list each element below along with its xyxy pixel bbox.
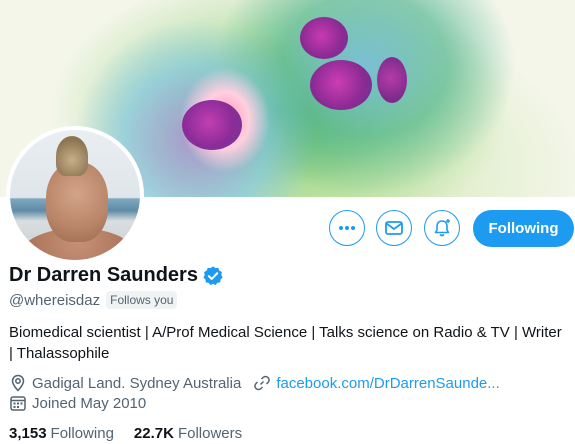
verified-badge-icon: [203, 265, 223, 285]
following-button[interactable]: Following: [473, 210, 574, 247]
profile-bio: Biomedical scientist | A/Prof Medical Sc…: [9, 324, 562, 362]
profile-joined-date: Joined May 2010: [32, 394, 147, 412]
follows-you-badge: Follows you: [106, 291, 178, 309]
link-icon: [254, 375, 271, 391]
message-button[interactable]: [376, 210, 412, 246]
location-pin-icon: [11, 374, 25, 392]
banner-cell-nucleus: [310, 60, 372, 110]
followers-label: Followers: [177, 425, 243, 442]
notification-bell-plus-icon: [434, 219, 450, 237]
followers-count: 22.7K: [133, 425, 174, 442]
following-label: Following: [50, 425, 114, 442]
following-count-link[interactable]: 3,153 Following: [9, 425, 114, 442]
profile-name: Dr Darren Saunders: [9, 264, 198, 286]
notifications-button[interactable]: [424, 210, 460, 246]
profile-stats: 3,153 Following 22.7K Followers: [9, 425, 262, 442]
profile-handle: @whereisdaz: [9, 291, 101, 309]
profile-joined-row: Joined May 2010: [9, 394, 146, 412]
avatar[interactable]: [6, 126, 144, 264]
profile-website[interactable]: facebook.com/DrDarrenSaunde...: [276, 375, 499, 392]
calendar-icon: [10, 396, 26, 411]
more-icon: [339, 226, 355, 230]
banner-cell-nucleus: [182, 100, 242, 150]
followers-count-link[interactable]: 22.7K Followers: [134, 425, 242, 442]
profile-name-row: Dr Darren Saunders: [9, 264, 224, 287]
mail-icon: [385, 221, 403, 235]
avatar-hair: [56, 136, 88, 176]
profile-meta-row: Gadigal Land. Sydney Australia facebook.…: [9, 374, 500, 392]
banner-cell-nucleus: [300, 17, 348, 59]
profile-website-link[interactable]: facebook.com/DrDarrenSaunde...: [253, 374, 500, 392]
more-button[interactable]: [329, 210, 365, 246]
banner-cell-nucleus: [377, 57, 407, 103]
profile-location: Gadigal Land. Sydney Australia: [32, 374, 242, 392]
profile-handle-row: @whereisdaz Follows you: [9, 291, 178, 309]
following-count: 3,153: [9, 425, 47, 442]
